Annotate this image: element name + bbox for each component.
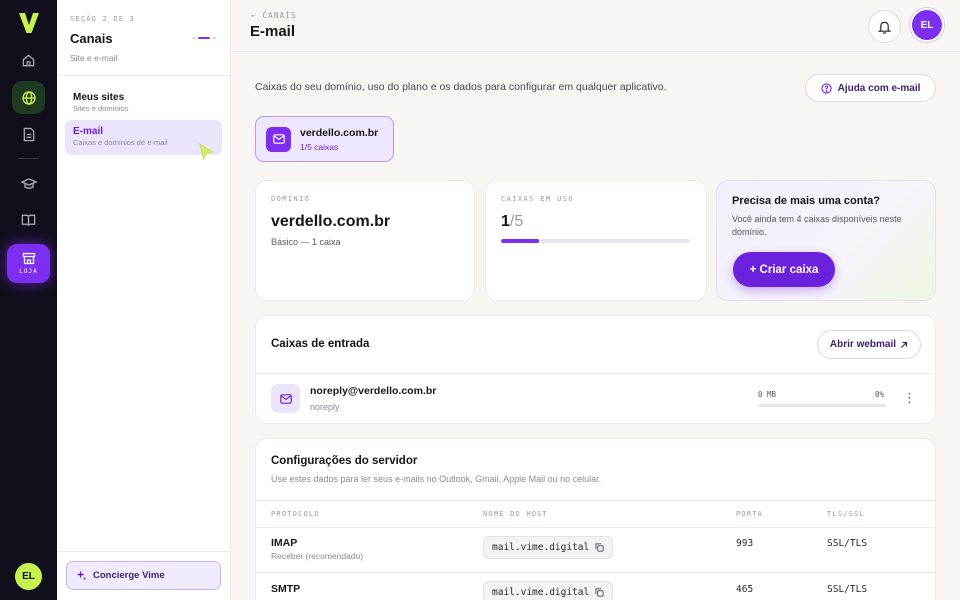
row-protocol: IMAP — [271, 537, 298, 549]
inboxes-card: Caixas de entrada Abrir webmail noreply@… — [255, 315, 936, 424]
column-header-protocol: PROTOCOLO — [271, 510, 320, 518]
domain-card: DOMÍNIO verdello.com.br Básico — 1 caixa — [255, 180, 475, 301]
sidebar-title: Canais — [70, 31, 113, 46]
row-port: 993 — [736, 538, 754, 549]
sidebar-footer-divider — [57, 551, 231, 552]
host-copy-field[interactable]: mail.vime.digital — [483, 536, 614, 559]
mailbox-mail-icon — [271, 384, 300, 413]
row-protocol: SMTP — [271, 583, 301, 595]
usage-card-label: CAIXAS EM USO — [501, 195, 574, 203]
rail-divider — [18, 158, 39, 159]
table-divider — [256, 527, 935, 528]
vime-logo[interactable] — [16, 10, 42, 36]
usage-progress-bar — [501, 239, 690, 243]
sidebar-item-label: E-mail — [73, 126, 104, 137]
page-header: ← CANAIS E-mail EL — [231, 0, 960, 52]
create-mailbox-card: Precisa de mais uma conta? Você ainda te… — [716, 180, 936, 301]
channel-sidebar: SEÇÃO 2 DE 3 Canais Site e e-mail Meus s… — [57, 0, 231, 600]
concierge-button[interactable]: Concierge Vime — [66, 561, 221, 590]
usage-total: /5 — [509, 213, 524, 230]
row-tls: SSL/TLS — [827, 538, 868, 549]
domain-chip-count: 1/5 caixas — [300, 141, 339, 152]
page-title: E-mail — [250, 23, 296, 40]
globe-icon[interactable] — [12, 81, 45, 114]
usage-value: 1/5 — [501, 213, 691, 231]
page-intro: Caixas do seu domínio, uso do plano e os… — [255, 81, 667, 93]
more-options-icon[interactable]: ⋮ — [903, 390, 916, 406]
column-header-tls: TLS/SSL — [827, 510, 865, 518]
help-circle-icon — [820, 82, 832, 94]
store-label: LOJA — [19, 268, 38, 275]
copy-icon[interactable] — [595, 543, 604, 552]
usage-card: CAIXAS EM USO 1/5 — [485, 180, 707, 301]
mail-icon — [266, 126, 291, 152]
notifications-button[interactable] — [868, 10, 901, 43]
section-indicator: SEÇÃO 2 DE 3 — [70, 15, 135, 23]
domain-selector-chip[interactable]: verdello.com.br 1/5 caixas — [255, 116, 394, 162]
column-header-host: NOME DO HOST — [483, 510, 548, 518]
step-progress — [192, 37, 216, 39]
mailbox-size: 0 MB — [758, 390, 777, 399]
server-title: Configurações do servidor — [271, 455, 418, 467]
app-rail: LOJA EL — [0, 0, 57, 600]
user-avatar[interactable]: EL — [15, 563, 42, 590]
inboxes-title: Caixas de entrada — [271, 338, 370, 350]
inbox-divider — [256, 373, 935, 374]
bell-icon — [878, 21, 891, 34]
sidebar-item-sub: Sites e domínios — [73, 104, 129, 113]
document-icon[interactable] — [12, 118, 45, 151]
book-icon[interactable] — [12, 203, 45, 236]
table-divider — [256, 500, 935, 501]
domain-card-plan: Básico — 1 caixa — [271, 237, 341, 247]
external-link-icon — [901, 341, 908, 348]
domain-chip-name: verdello.com.br — [300, 126, 379, 139]
sidebar-item-label: Meus sites — [73, 92, 125, 103]
usage-progress-fill — [501, 239, 539, 243]
header-avatar[interactable]: EL — [912, 10, 942, 40]
usage-used: 1 — [501, 213, 510, 230]
open-webmail-button[interactable]: Abrir webmail — [817, 330, 921, 359]
server-description: Use estes dados para ler seus e-mails no… — [271, 474, 602, 484]
host-value: mail.vime.digital — [492, 587, 590, 598]
email-help-button[interactable]: Ajuda com e-mail — [805, 74, 936, 102]
create-mailbox-button[interactable]: + Criar caixa — [733, 252, 835, 287]
store-icon — [22, 252, 35, 265]
sparkle-icon — [76, 570, 87, 581]
row-protocol-note: Receber (recomendado) — [271, 551, 364, 561]
domain-card-value: verdello.com.br — [271, 213, 391, 230]
help-button-label: Ajuda com e-mail — [837, 82, 921, 94]
cta-title: Precisa de mais uma conta? — [732, 195, 880, 207]
webmail-label: Abrir webmail — [829, 339, 897, 350]
mailbox-user: noreply — [310, 402, 340, 412]
graduation-cap-icon[interactable] — [12, 167, 45, 200]
column-header-port: PORTA — [736, 510, 764, 518]
sidebar-divider — [57, 75, 231, 76]
table-divider — [256, 572, 935, 573]
mailbox-usage-bar — [758, 404, 886, 407]
mailbox-address[interactable]: noreply@verdello.com.br — [310, 385, 436, 397]
sidebar-item-my-sites[interactable]: Meus sites Sites e domínios — [65, 86, 222, 121]
sidebar-item-sub: Caixas e domínios de e-mail — [73, 138, 168, 147]
breadcrumb-back[interactable]: ← CANAIS — [251, 11, 297, 20]
cta-text: Você ainda tem 4 caixas disponíveis nest… — [732, 214, 902, 237]
mouse-cursor-icon — [199, 143, 215, 161]
host-value: mail.vime.digital — [492, 542, 590, 553]
mailbox-percent: 0% — [875, 390, 885, 399]
home-icon[interactable] — [12, 44, 45, 77]
store-button[interactable]: LOJA — [7, 244, 50, 283]
row-tls: SSL/TLS — [827, 584, 868, 595]
domain-card-label: DOMÍNIO — [271, 195, 311, 203]
concierge-label: Concierge Vime — [93, 570, 165, 581]
host-copy-field[interactable]: mail.vime.digital — [483, 581, 614, 600]
row-port: 465 — [736, 584, 754, 595]
sidebar-subtitle: Site e e-mail — [70, 53, 118, 63]
server-settings-card: Configurações do servidor Use estes dado… — [255, 438, 936, 600]
copy-icon[interactable] — [595, 588, 604, 597]
